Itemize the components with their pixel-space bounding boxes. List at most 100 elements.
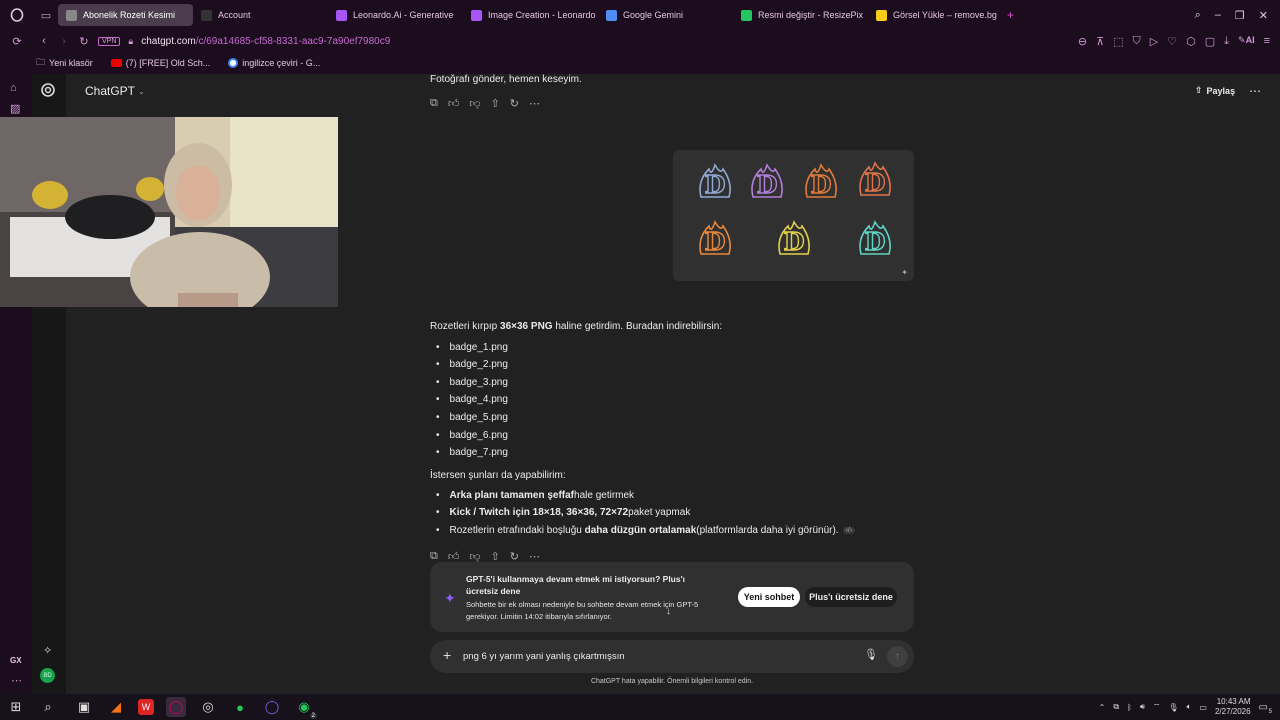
easy-setup-icon[interactable]: ≡ bbox=[1264, 35, 1270, 48]
file-link[interactable]: badge_1.png bbox=[450, 342, 508, 353]
avatar[interactable]: BD bbox=[40, 668, 55, 683]
composer-input[interactable]: png 6 yı yarım yani yanlış çıkartmışsın bbox=[463, 651, 625, 662]
file-link[interactable]: badge_7.png bbox=[450, 447, 508, 458]
microphone-icon[interactable]: 🎙︎ bbox=[864, 648, 878, 661]
webcam-overlay bbox=[0, 117, 338, 307]
wps-office-icon[interactable]: W bbox=[138, 699, 154, 715]
chatgpt-logo-icon[interactable] bbox=[40, 82, 56, 103]
download-icon[interactable]: ⤓ bbox=[1224, 35, 1229, 48]
copy-icon[interactable]: ⧉ bbox=[430, 97, 438, 110]
gx-control-icon[interactable]: ⌂ bbox=[10, 82, 17, 94]
windows-start-icon[interactable]: ⊞ bbox=[6, 697, 26, 717]
copy-icon[interactable]: ⧉ bbox=[430, 550, 438, 563]
add-attachment-icon[interactable]: + bbox=[443, 647, 451, 663]
volume-icon[interactable]: 🔊︎ bbox=[1140, 702, 1145, 712]
display-icon[interactable]: ▭ bbox=[1199, 703, 1207, 712]
browser-tab[interactable]: Görsel Yükle – remove.bg bbox=[868, 4, 1003, 26]
file-link[interactable]: badge_4.png bbox=[450, 394, 508, 405]
tab-islands-icon[interactable]: ▭ bbox=[34, 9, 58, 22]
send-button[interactable]: ↑ bbox=[887, 646, 908, 667]
share-message-icon[interactable]: ⇧ bbox=[491, 97, 500, 110]
player-icon[interactable]: ▷ bbox=[1150, 35, 1158, 48]
code-icon[interactable]: ‹/› bbox=[842, 527, 856, 534]
opera-gx-menu-icon[interactable] bbox=[0, 8, 34, 22]
forward-icon[interactable]: › bbox=[54, 36, 74, 47]
thumbs-down-icon[interactable]: 👎︎ bbox=[469, 97, 480, 110]
back-icon[interactable]: ‹ bbox=[34, 35, 54, 47]
close-window-icon[interactable]: ✕ bbox=[1259, 9, 1268, 22]
gx-more-icon[interactable]: ⋯ bbox=[11, 674, 22, 687]
bluetooth-icon[interactable]: ᛒ bbox=[1127, 703, 1132, 712]
bookmark-folder[interactable]: 🗀︎ Yeni klasör bbox=[36, 55, 93, 71]
spotify-icon[interactable]: ● bbox=[230, 697, 250, 717]
try-plus-button[interactable]: Plus'ı ücretsiz dene bbox=[805, 587, 897, 607]
chevron-up-icon[interactable]: ⌃ bbox=[1099, 703, 1106, 712]
browser-tab[interactable]: Resmi değiştir - ResizePix bbox=[733, 4, 868, 26]
minimize-icon[interactable]: – bbox=[1215, 9, 1221, 22]
heart-icon[interactable]: ♡ bbox=[1167, 35, 1177, 48]
more-options-icon[interactable]: ⋯ bbox=[1249, 84, 1261, 98]
user-image-attachment[interactable]: DDDDDDD ✦ bbox=[673, 150, 914, 281]
share-label: Paylaş bbox=[1206, 85, 1236, 96]
gx-notes-icon[interactable]: ▨ bbox=[10, 102, 20, 115]
model-selector[interactable]: ChatGPT ⌄ bbox=[85, 84, 145, 98]
opera-gx-taskbar-icon[interactable]: ◯ bbox=[166, 697, 186, 717]
browser-tab[interactable]: Image Creation - Leonardo bbox=[463, 4, 598, 26]
restore-icon[interactable]: ❐ bbox=[1235, 9, 1245, 22]
more-icon[interactable]: ⋯ bbox=[529, 97, 540, 110]
bookmark-google[interactable]: ingilizce çeviri - G... bbox=[228, 58, 320, 68]
browser-tab[interactable]: Google Gemini bbox=[598, 4, 733, 26]
file-link[interactable]: badge_2.png bbox=[450, 359, 508, 370]
file-link[interactable]: badge_5.png bbox=[450, 412, 508, 423]
store-icon[interactable]: ▣ bbox=[74, 697, 94, 717]
network-icon[interactable]: ⌔ bbox=[1153, 702, 1161, 712]
file-item[interactable]: badge_4.png bbox=[436, 394, 508, 405]
search-icon[interactable]: ⌕ bbox=[38, 697, 58, 717]
fl-studio-icon[interactable]: ◢ bbox=[106, 697, 126, 717]
file-item[interactable]: badge_5.png bbox=[436, 412, 508, 423]
tray-app-icon[interactable]: ⧉ bbox=[1113, 702, 1119, 712]
file-item[interactable]: badge_6.png bbox=[436, 430, 508, 441]
file-link[interactable]: badge_6.png bbox=[450, 430, 508, 441]
option-item: Arka planı tamamen şeffaf hale getirmek bbox=[436, 490, 635, 501]
share-button[interactable]: ⇧ Paylaş bbox=[1195, 85, 1235, 96]
regenerate-icon[interactable]: ↻ bbox=[510, 97, 519, 110]
clock[interactable]: 10:43 AM 2/27/2026 bbox=[1215, 697, 1251, 717]
sync-icon[interactable]: ⟳ bbox=[0, 35, 34, 48]
app-circle-icon[interactable]: ◯ bbox=[262, 697, 282, 717]
file-item[interactable]: badge_1.png bbox=[436, 342, 508, 353]
scroll-down-icon[interactable]: ↓ bbox=[666, 606, 671, 617]
new-chat-button[interactable]: Yeni sohbet bbox=[738, 587, 800, 607]
option-pre: Rozetlerin etrafındaki boşluğu bbox=[449, 525, 585, 536]
pin-icon[interactable]: ⊼ bbox=[1096, 35, 1104, 48]
reload-icon[interactable]: ↻ bbox=[74, 35, 94, 48]
extensions-icon[interactable]: ⬡ bbox=[1186, 35, 1196, 48]
search-tabs-icon[interactable]: ⌕ bbox=[1195, 9, 1201, 22]
sparkle-icon[interactable]: ✧ bbox=[43, 644, 52, 657]
thumbs-up-icon[interactable]: 👍︎ bbox=[448, 97, 460, 110]
gx-label[interactable]: GX bbox=[10, 656, 22, 665]
speaker-icon[interactable]: 🔈︎ bbox=[1187, 702, 1192, 712]
wallet-icon[interactable]: ▢ bbox=[1205, 35, 1215, 48]
file-link[interactable]: badge_3.png bbox=[450, 377, 508, 388]
aria-ai-button[interactable]: ✎AI bbox=[1238, 35, 1255, 48]
zoom-icon[interactable]: ⊖ bbox=[1078, 35, 1087, 48]
url-field[interactable]: chatgpt.com/c/69a14685-cf58-8331-aac9-7a… bbox=[141, 36, 390, 47]
snapshot-icon[interactable]: ⬚ bbox=[1113, 35, 1123, 48]
browser-tab[interactable]: Account bbox=[193, 4, 328, 26]
notification-icon[interactable]: ▭ 5 bbox=[1259, 702, 1272, 715]
mic-tray-icon[interactable]: 🎙︎ bbox=[1168, 703, 1178, 712]
file-item[interactable]: badge_2.png bbox=[436, 359, 508, 370]
file-item[interactable]: badge_3.png bbox=[436, 377, 508, 388]
vpn-badge[interactable]: VPN bbox=[98, 36, 121, 46]
image-edit-icon[interactable]: ✦ bbox=[901, 268, 908, 277]
bookmark-youtube[interactable]: (7) [FREE] Old Sch... bbox=[110, 58, 210, 68]
adblock-icon[interactable]: ⛉ bbox=[1133, 35, 1141, 48]
browser-tab[interactable]: Leonardo.Ai - Generative bbox=[328, 4, 463, 26]
file-item[interactable]: badge_7.png bbox=[436, 447, 508, 458]
new-tab-button[interactable]: + bbox=[1007, 8, 1014, 22]
browser-tab[interactable]: Abonelik Rozeti Kesimi bbox=[58, 4, 193, 26]
obs-icon[interactable]: ◎ bbox=[198, 697, 218, 717]
whatsapp-icon[interactable]: ◉ 2 bbox=[294, 697, 317, 719]
clock-time: 10:43 AM bbox=[1216, 697, 1251, 706]
